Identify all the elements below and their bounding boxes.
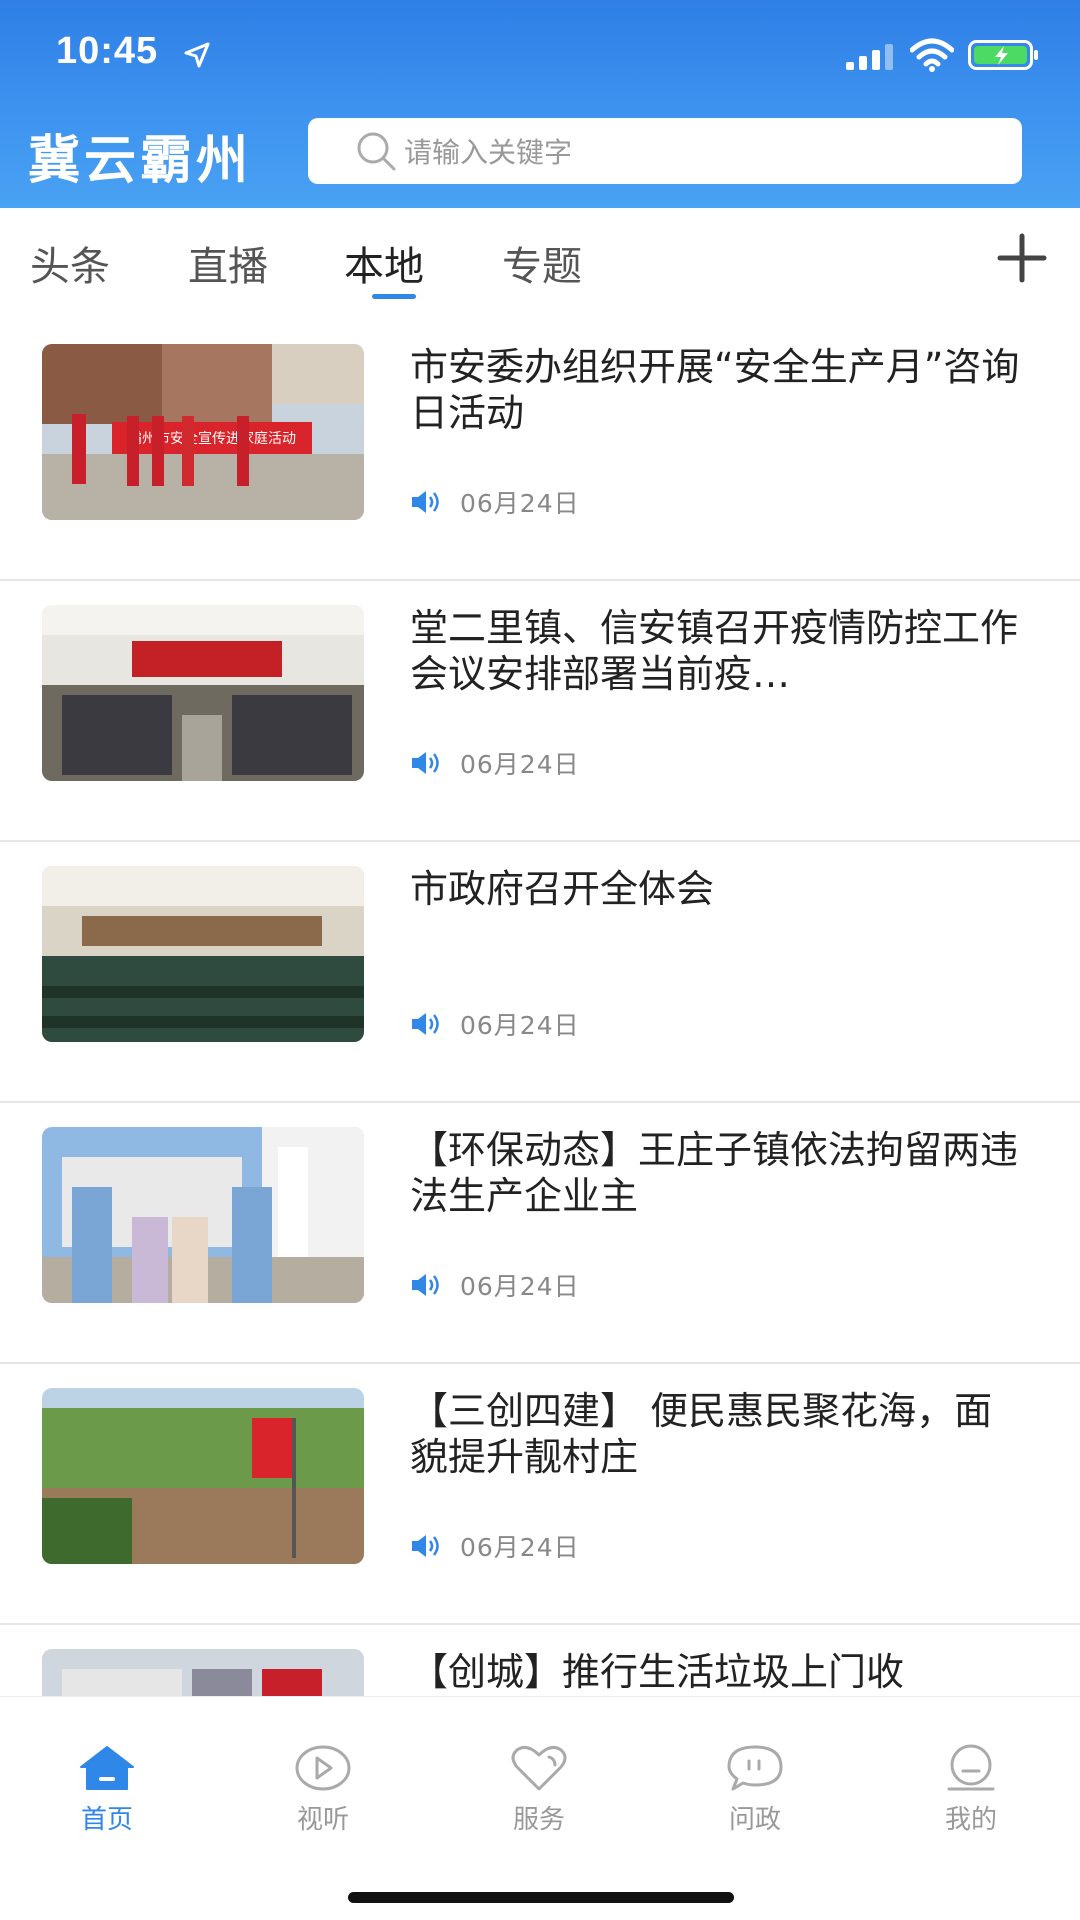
news-meta: 06月24日 (410, 745, 580, 781)
news-item[interactable]: 【三创四建】 便民惠民聚花海，面貌提升靓村庄 06月24日 (0, 1364, 1080, 1625)
news-thumbnail (42, 866, 364, 1042)
status-time: 10:45 (56, 30, 159, 72)
search-input[interactable]: 请输入关键字 (308, 118, 1022, 184)
nav-home[interactable]: 首页 (37, 1743, 177, 1836)
cellular-signal-icon (846, 44, 893, 70)
news-item[interactable]: 市政府召开全体会 06月24日 (0, 842, 1080, 1103)
add-channel-icon[interactable] (996, 232, 1048, 284)
speaker-icon[interactable] (410, 750, 442, 776)
wifi-icon (910, 38, 954, 72)
speaker-icon[interactable] (410, 1272, 442, 1298)
news-meta: 06月24日 (410, 1528, 580, 1564)
news-title: 堂二里镇、信安镇召开疫情防控工作会议安排部署当前疫… (410, 606, 1019, 696)
profile-icon (947, 1744, 995, 1791)
heart-icon (511, 1745, 567, 1791)
news-title: 市安委办组织开展“安全生产月”咨询日活动 (410, 345, 1020, 435)
news-date: 06月24日 (460, 1272, 580, 1301)
tab-topics[interactable]: 专题 (502, 234, 582, 292)
nav-mine-label: 我的 (944, 1805, 997, 1835)
bottom-navigation: 首页 视听 服务 问政 我的 (0, 1696, 1080, 1920)
active-tab-indicator (372, 294, 416, 299)
news-meta: 06月24日 (410, 484, 580, 520)
home-icon (80, 1746, 134, 1790)
news-thumbnail (42, 1649, 364, 1696)
news-date: 06月24日 (460, 489, 580, 518)
search-placeholder: 请输入关键字 (404, 136, 573, 169)
news-date: 06月24日 (460, 750, 580, 779)
news-title: 【环保动态】王庄子镇依法拘留两违法生产企业主 (410, 1128, 1019, 1218)
home-indicator[interactable] (348, 1892, 734, 1903)
nav-service[interactable]: 服务 (469, 1743, 609, 1836)
news-meta: 06月24日 (410, 1006, 580, 1042)
search-icon (357, 132, 396, 171)
chat-icon (727, 1745, 783, 1791)
news-item[interactable]: 【环保动态】王庄子镇依法拘留两违法生产企业主 06月24日 (0, 1103, 1080, 1364)
channel-tabs: 头条 直播 本地 专题 (0, 208, 1080, 308)
nav-home-label: 首页 (80, 1805, 133, 1835)
news-date: 06月24日 (460, 1533, 580, 1562)
speaker-icon[interactable] (410, 489, 442, 515)
news-item[interactable]: 霸州市安全宣传进家庭活动 市安委办组织开展“安全生产月”咨询日活动 06月24日 (0, 320, 1080, 581)
news-meta: 06月24日 (410, 1267, 580, 1303)
news-thumbnail: 霸州市安全宣传进家庭活动 (42, 344, 364, 520)
news-list: 霸州市安全宣传进家庭活动 市安委办组织开展“安全生产月”咨询日活动 06月24日 (0, 320, 1080, 1696)
speaker-icon[interactable] (410, 1011, 442, 1037)
app-logo: 冀云霸州 (28, 130, 253, 191)
nav-inquiry-label: 问政 (728, 1805, 781, 1835)
tab-local[interactable]: 本地 (344, 234, 424, 292)
news-thumbnail (42, 1388, 364, 1564)
nav-service-label: 服务 (512, 1805, 565, 1835)
news-title: 市政府召开全体会 (410, 867, 715, 911)
tab-live[interactable]: 直播 (188, 234, 268, 292)
nav-inquiry[interactable]: 问政 (685, 1743, 825, 1836)
app-header: 10:45 冀云霸州 请输入关键字 (0, 0, 1080, 208)
battery-icon (968, 40, 1038, 70)
tab-headlines[interactable]: 头条 (30, 234, 110, 292)
news-date: 06月24日 (460, 1011, 580, 1040)
location-arrow-icon (184, 42, 210, 68)
nav-av[interactable]: 视听 (253, 1743, 393, 1836)
nav-mine[interactable]: 我的 (901, 1743, 1041, 1836)
news-item[interactable]: 【创城】推行生活垃圾上门收 (0, 1625, 1080, 1696)
news-title: 【创城】推行生活垃圾上门收 (410, 1650, 905, 1694)
news-title: 【三创四建】 便民惠民聚花海，面貌提升靓村庄 (410, 1389, 993, 1479)
nav-av-label: 视听 (296, 1805, 349, 1835)
play-icon (295, 1745, 351, 1791)
news-thumbnail (42, 605, 364, 781)
news-thumbnail (42, 1127, 364, 1303)
speaker-icon[interactable] (410, 1533, 442, 1559)
news-item[interactable]: 堂二里镇、信安镇召开疫情防控工作会议安排部署当前疫… 06月24日 (0, 581, 1080, 842)
